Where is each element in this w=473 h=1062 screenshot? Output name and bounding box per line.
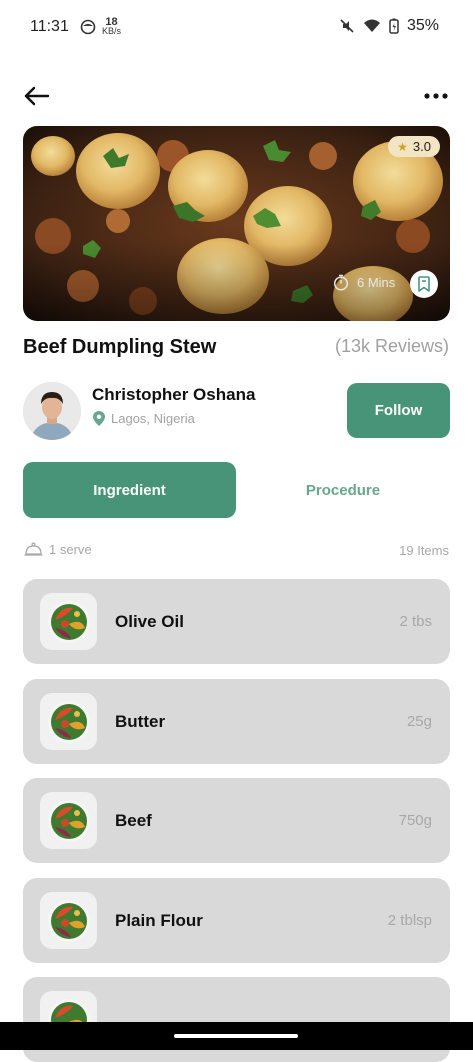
back-button[interactable] bbox=[22, 82, 52, 110]
status-indicators: 18 KB/s bbox=[80, 17, 122, 36]
bookmark-button[interactable] bbox=[410, 270, 438, 298]
stew-photo bbox=[23, 126, 450, 321]
wifi-icon bbox=[363, 19, 380, 32]
ingredient-quantity: 2 tbs bbox=[399, 613, 432, 630]
ingredient-card[interactable]: Plain Flour 2 tblsp bbox=[23, 878, 450, 963]
cloche-icon bbox=[24, 542, 43, 556]
ingredient-name: Plain Flour bbox=[115, 911, 203, 930]
ingredient-bowl-icon bbox=[47, 700, 90, 743]
ingredient-quantity: 25g bbox=[406, 713, 432, 730]
ingredient-thumbnail bbox=[40, 892, 97, 949]
star-icon: ★ bbox=[397, 139, 408, 154]
ingredient-quantity: 750g bbox=[398, 812, 432, 829]
ingredient-bowl-icon bbox=[47, 600, 90, 643]
ingredient-thumbnail bbox=[40, 693, 97, 750]
cook-time: 6 Mins bbox=[333, 274, 395, 291]
ingredient-card[interactable]: Olive Oil 2 tbs bbox=[23, 579, 450, 664]
author-location: Lagos, Nigeria bbox=[92, 410, 195, 427]
status-time: 11:31 bbox=[30, 18, 69, 35]
author-location-text: Lagos, Nigeria bbox=[111, 411, 195, 426]
app-notification-icon bbox=[80, 19, 96, 35]
mute-icon bbox=[340, 19, 354, 33]
ingredient-card[interactable]: Butter 25g bbox=[23, 679, 450, 764]
network-speed-unit: KB/s bbox=[102, 26, 122, 36]
recipe-hero-image: ★ 3.0 6 Mins bbox=[23, 126, 450, 321]
author-avatar[interactable] bbox=[23, 382, 81, 440]
avatar-photo bbox=[23, 382, 81, 440]
items-count: 19 Items bbox=[399, 543, 449, 558]
serve-count: 1 serve bbox=[49, 542, 92, 557]
ingredient-name: Butter bbox=[115, 712, 166, 731]
reviews-count[interactable]: (13k Reviews) bbox=[335, 336, 449, 357]
location-pin-icon bbox=[93, 411, 105, 426]
ingredient-card[interactable]: Beef 750g bbox=[23, 778, 450, 863]
author-name[interactable]: Christopher Oshana bbox=[92, 385, 255, 405]
battery-percent: 35% bbox=[406, 17, 439, 34]
battery-icon bbox=[389, 18, 399, 34]
home-gesture-pill[interactable] bbox=[174, 1034, 298, 1038]
back-arrow-icon bbox=[24, 86, 50, 106]
ingredient-bowl-icon bbox=[47, 899, 90, 942]
rating-badge: ★ 3.0 bbox=[388, 136, 440, 157]
bookmark-icon bbox=[418, 276, 430, 292]
cook-time-value: 6 Mins bbox=[357, 275, 396, 290]
more-icon bbox=[424, 93, 448, 99]
ingredient-thumbnail bbox=[40, 593, 97, 650]
ingredient-quantity: 2 tblsp bbox=[387, 912, 432, 929]
system-nav-bar bbox=[0, 1022, 473, 1050]
tab-ingredient[interactable]: Ingredient bbox=[23, 462, 236, 518]
ingredient-bowl-icon bbox=[47, 799, 90, 842]
rating-value: 3.0 bbox=[412, 139, 431, 154]
status-right: 35% bbox=[339, 17, 439, 35]
status-bar: 11:31 18 KB/s 35% bbox=[0, 0, 473, 56]
recipe-title: Beef Dumpling Stew bbox=[23, 336, 217, 358]
timer-icon bbox=[333, 274, 349, 291]
ingredient-name: Beef bbox=[115, 811, 152, 830]
more-options-button[interactable] bbox=[423, 88, 449, 104]
ingredient-thumbnail bbox=[40, 792, 97, 849]
serve-info: 1 serve bbox=[24, 541, 92, 558]
network-speed: 18 KB/s bbox=[102, 17, 122, 36]
ingredient-name: Olive Oil bbox=[115, 612, 184, 631]
follow-button[interactable]: Follow bbox=[347, 383, 450, 438]
tab-procedure[interactable]: Procedure bbox=[236, 462, 450, 518]
